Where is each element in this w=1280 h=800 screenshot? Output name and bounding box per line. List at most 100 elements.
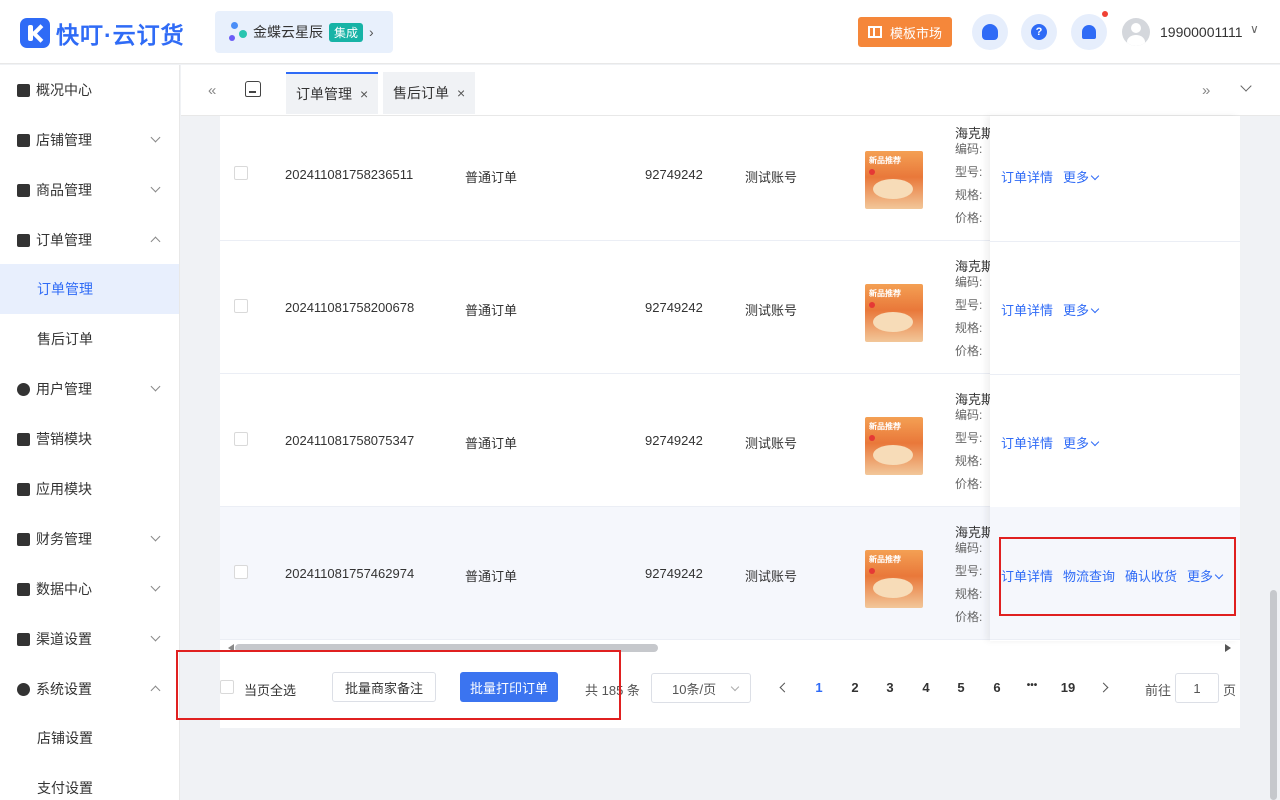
chevron-down-icon	[150, 381, 161, 392]
row-checkbox[interactable]	[234, 565, 248, 579]
product-model-label: 型号:	[955, 564, 983, 578]
product-thumbnail[interactable]: 新品推荐	[865, 284, 923, 342]
order-number: 202411081758075347	[285, 433, 415, 448]
sidebar-item-store[interactable]: 店铺管理	[0, 115, 179, 165]
chevron-down-icon	[150, 581, 161, 592]
thumbnail-tag: 新品推荐	[869, 555, 901, 564]
row-checkbox[interactable]	[234, 299, 248, 313]
page-5[interactable]: 5	[949, 680, 973, 695]
product-price-label: 价格:	[955, 211, 983, 225]
sidebar-item-label: 概况中心	[36, 82, 92, 98]
user-menu-chevron-icon[interactable]: ∨	[1250, 22, 1259, 36]
product-price-label: 价格:	[955, 610, 983, 624]
bell-icon	[1082, 25, 1096, 39]
sidebar-subitem-after-sales[interactable]: 售后订单	[0, 314, 179, 364]
sidebar-subitem-store-settings[interactable]: 店铺设置	[0, 713, 179, 763]
more-actions-link[interactable]: 更多	[1063, 433, 1100, 452]
logo-text: 快叮·云订货	[56, 22, 185, 48]
more-actions-link[interactable]: 更多	[1063, 300, 1100, 319]
sidebar-item-goods[interactable]: 商品管理	[0, 165, 179, 215]
kingdee-logo-icon	[229, 20, 249, 44]
sidebar-item-data-center[interactable]: 数据中心	[0, 564, 179, 614]
sidebar-item-label: 订单管理	[36, 232, 92, 248]
thumbnail-tag: 新品推荐	[869, 422, 901, 431]
chevron-up-icon	[150, 685, 161, 696]
page-ellipsis[interactable]: •••	[1020, 680, 1044, 691]
chevron-down-icon	[150, 182, 161, 193]
template-market-label: 模板市场	[889, 25, 942, 41]
sidebar-item-label: 商品管理	[36, 182, 92, 198]
scroll-tabs-left-icon[interactable]: «	[208, 82, 217, 99]
goto-page-input[interactable]: 1	[1175, 673, 1219, 703]
scroll-tabs-right-icon[interactable]: »	[1202, 82, 1211, 99]
sidebar-subitem-order-management[interactable]: 订单管理	[0, 264, 179, 314]
product-price-label: 价格:	[955, 344, 983, 358]
page-19[interactable]: 19	[1056, 680, 1080, 695]
notification-button[interactable]	[1071, 14, 1107, 50]
order-detail-link[interactable]: 订单详情	[1001, 300, 1053, 319]
next-page-icon[interactable]	[1098, 682, 1109, 693]
sidebar-item-finance[interactable]: 财务管理	[0, 514, 179, 564]
sidebar-item-overview[interactable]: 概况中心	[0, 65, 179, 115]
chevron-down-icon[interactable]	[1240, 80, 1252, 92]
chevron-down-icon	[730, 682, 740, 692]
template-market-button[interactable]: 模板市场	[858, 17, 952, 47]
avatar[interactable]	[1122, 18, 1150, 46]
order-type: 普通订单	[465, 303, 518, 318]
page-2[interactable]: 2	[843, 680, 867, 695]
sidebar-item-system-settings[interactable]: 系统设置	[0, 664, 179, 714]
account-id: 92749242	[645, 433, 703, 448]
chevron-down-icon	[1090, 437, 1100, 447]
help-button[interactable]: ?	[1021, 14, 1057, 50]
page-6[interactable]: 6	[985, 680, 1009, 695]
product-spec-label: 规格:	[955, 188, 983, 202]
vertical-scrollbar[interactable]	[1270, 590, 1277, 800]
order-number: 202411081758236511	[285, 167, 414, 182]
order-detail-link[interactable]: 订单详情	[1001, 433, 1053, 452]
kingdee-integration-button[interactable]: 金蝶云星辰 集成 ›	[215, 11, 393, 53]
home-icon[interactable]	[245, 81, 261, 97]
close-icon[interactable]: ×	[457, 85, 465, 101]
sidebar-item-label: 店铺设置	[37, 730, 93, 746]
product-thumbnail[interactable]: 新品推荐	[865, 151, 923, 209]
account-id: 92749242	[645, 566, 703, 581]
more-label: 更多	[1063, 436, 1090, 451]
account-name: 测试账号	[745, 303, 798, 318]
chevron-right-icon: ›	[369, 24, 374, 40]
thumbnail-decor	[869, 302, 875, 308]
page-1[interactable]: 1	[807, 680, 831, 695]
prev-page-icon[interactable]	[779, 682, 790, 693]
product-thumbnail[interactable]: 新品推荐	[865, 417, 923, 475]
page-size-select[interactable]: 10条/页	[651, 673, 751, 703]
product-code-label: 编码:	[955, 541, 983, 555]
close-icon[interactable]: ×	[360, 86, 368, 102]
thumbnail-decor	[869, 435, 875, 441]
notification-dot	[1102, 11, 1108, 17]
sidebar-item-apps[interactable]: 应用模块	[0, 464, 179, 514]
order-detail-link[interactable]: 订单详情	[1001, 167, 1053, 186]
sidebar-item-orders[interactable]: 订单管理	[0, 215, 179, 265]
order-table-panel: 202411081758236511 普通订单 92749242 测试账号 新品…	[220, 116, 1240, 728]
sidebar-item-label: 财务管理	[36, 531, 92, 547]
sidebar-item-channel[interactable]: 渠道设置	[0, 614, 179, 664]
sidebar-item-users[interactable]: 用户管理	[0, 364, 179, 414]
row-checkbox[interactable]	[234, 166, 248, 180]
page-3[interactable]: 3	[878, 680, 902, 695]
more-label: 更多	[1063, 303, 1090, 318]
product-code-label: 编码:	[955, 408, 983, 422]
thumbnail-decor	[873, 312, 913, 332]
page-4[interactable]: 4	[914, 680, 938, 695]
thumbnail-decor	[873, 578, 913, 598]
more-actions-link[interactable]: 更多	[1063, 167, 1100, 186]
product-thumbnail[interactable]: 新品推荐	[865, 550, 923, 608]
scroll-right-arrow[interactable]	[1225, 644, 1231, 652]
user-phone[interactable]: 19900001111	[1160, 24, 1243, 40]
app-logo[interactable]: 快叮·云订货	[20, 16, 185, 50]
row-checkbox[interactable]	[234, 432, 248, 446]
channel-icon	[17, 632, 30, 646]
customer-service-button[interactable]	[972, 14, 1008, 50]
order-number: 202411081757462974	[285, 566, 415, 581]
chevron-up-icon	[150, 236, 161, 247]
sidebar-subitem-payment-settings[interactable]: 支付设置	[0, 763, 179, 800]
sidebar-item-marketing[interactable]: 营销模块	[0, 414, 179, 464]
